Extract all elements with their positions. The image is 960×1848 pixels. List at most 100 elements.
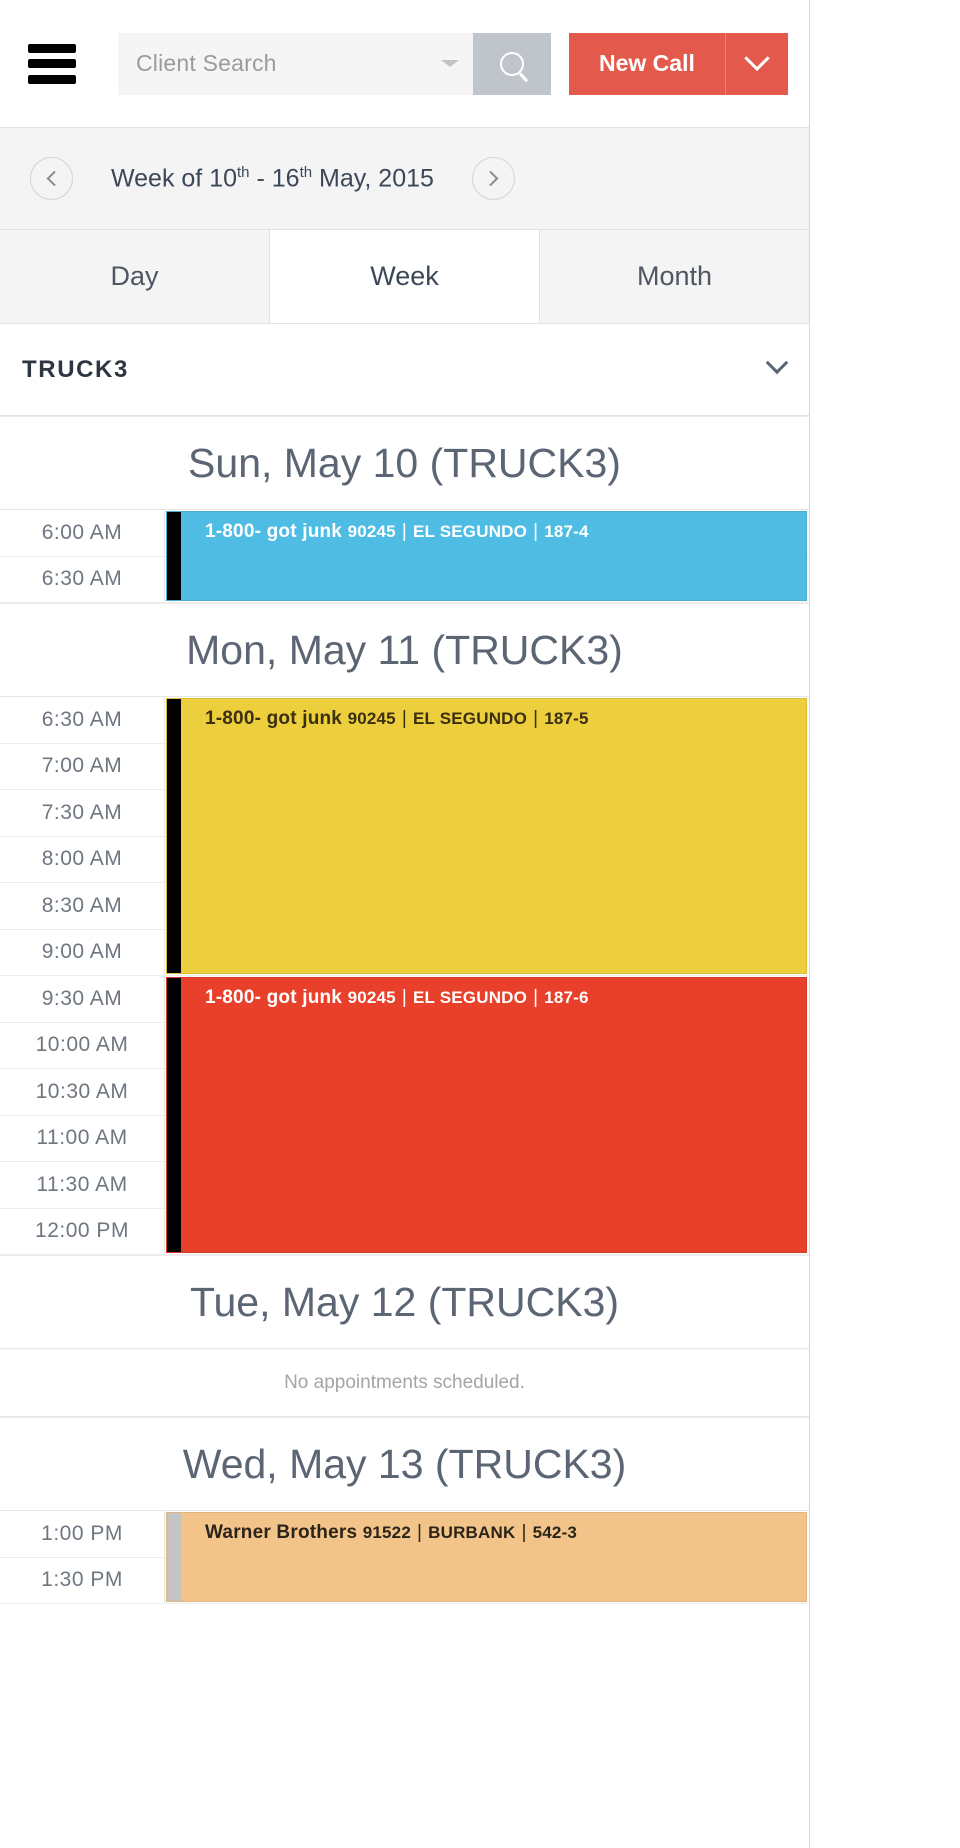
day-header: Mon, May 11 (TRUCK3) xyxy=(0,604,809,697)
time-slot-label: 6:30 AM xyxy=(0,556,165,602)
chevron-down-icon xyxy=(744,45,770,71)
client-search-placeholder: Client Search xyxy=(136,50,277,76)
new-call-dropdown-button[interactable] xyxy=(725,32,788,95)
appointment-client-name: 1-800- got junk xyxy=(205,987,343,1008)
time-slot-label: 6:30 AM xyxy=(0,697,165,743)
time-slot-label: 7:30 AM xyxy=(0,790,165,836)
time-grid: 1:00 PM 1:30 PM Warner Brothers 91522 | BURB… xyxy=(0,1511,809,1604)
appointment-separator: | xyxy=(401,987,407,1008)
time-slot-label: 9:30 AM xyxy=(0,976,165,1022)
chevron-down-icon[interactable] xyxy=(441,60,459,67)
appointment-status-bar xyxy=(167,978,181,1252)
time-slot-label: 11:00 AM xyxy=(0,1115,165,1161)
appointment-label: Warner Brothers 91522 | BURBANK | 542-3 xyxy=(181,1513,806,1601)
appointment-status-bar xyxy=(167,699,181,973)
tab-week[interactable]: Week xyxy=(270,230,540,323)
appointment-block[interactable]: 1-800- got junk 90245 | EL SEGUNDO | 187-5 xyxy=(166,698,807,974)
appointment-separator: | xyxy=(533,987,539,1008)
appointment-separator: | xyxy=(401,708,407,729)
appointment-separator: | xyxy=(533,521,539,542)
appointment-city: EL SEGUNDO xyxy=(412,988,528,1007)
appointment-city: EL SEGUNDO xyxy=(412,522,528,541)
week-range-ordinal-start: th xyxy=(237,163,250,181)
new-call-group: New Call xyxy=(569,32,788,95)
week-range-ordinal-end: th xyxy=(299,163,313,181)
appointment-separator: | xyxy=(416,1522,423,1543)
top-bar: Client Search New Call xyxy=(0,0,809,128)
next-week-button[interactable] xyxy=(471,157,515,200)
time-slot-label: 10:00 AM xyxy=(0,1022,165,1068)
resource-selector[interactable]: TRUCK3 xyxy=(0,324,809,416)
day-section: Wed, May 13 (TRUCK3) 1:00 PM 1:30 PM Warner… xyxy=(0,1417,809,1604)
appointment-zip: 90245 xyxy=(347,988,396,1007)
time-slot-label: 9:00 AM xyxy=(0,929,165,975)
time-slot-label: 1:30 PM xyxy=(0,1557,165,1603)
new-call-button[interactable]: New Call xyxy=(569,32,726,95)
tab-day[interactable]: Day xyxy=(0,230,270,323)
time-grid: 6:00 AM 6:30 AM 1-800- got junk 90245 | EL S… xyxy=(0,510,809,603)
hamburger-bar xyxy=(28,59,76,68)
time-slot-label: 10:30 AM xyxy=(0,1069,165,1115)
appointment-separator: | xyxy=(533,708,539,729)
appointment-zip: 90245 xyxy=(347,709,396,728)
day-header: Sun, May 10 (TRUCK3) xyxy=(0,417,809,510)
appointment-separator: | xyxy=(521,1522,527,1543)
appointment-code: 187-4 xyxy=(544,522,589,541)
appointment-status-bar xyxy=(167,512,181,600)
time-slot-label: 11:30 AM xyxy=(0,1162,165,1208)
time-grid: 6:30 AM 7:00 AM 7:30 AM 8:00 AM 8:30 AM 9:00 … xyxy=(0,697,809,1255)
day-header: Tue, May 12 (TRUCK3) xyxy=(0,1256,809,1349)
appointment-separator: | xyxy=(401,521,407,542)
appointment-city: BURBANK xyxy=(428,1523,516,1542)
appointment-code: 187-5 xyxy=(544,709,589,728)
previous-week-button[interactable] xyxy=(30,157,73,200)
tab-label: Week xyxy=(370,261,439,291)
appointment-label: 1-800- got junk 90245 | EL SEGUNDO | 187-5 xyxy=(181,699,806,973)
week-navigation: Week of 10th - 16th May, 2015 xyxy=(0,128,809,230)
appointment-code: 542-3 xyxy=(532,1523,578,1542)
week-range-prefix: Week of 10 xyxy=(111,164,238,193)
appointment-block[interactable]: Warner Brothers 91522 | BURBANK | 542-3 xyxy=(166,1512,807,1602)
no-appointments-message: No appointments scheduled. xyxy=(0,1349,809,1417)
calendar-app: Client Search New Call Week of 10th - 16… xyxy=(0,0,810,1848)
appointment-label: 1-800- got junk 90245 | EL SEGUNDO | 187-6 xyxy=(181,978,806,1252)
resource-selector-value: TRUCK3 xyxy=(22,355,129,383)
client-search-input[interactable]: Client Search xyxy=(118,32,473,95)
tab-month[interactable]: Month xyxy=(540,230,809,323)
view-tabs: Day Week Month xyxy=(0,230,809,324)
time-slot-label: 1:00 PM xyxy=(0,1511,165,1557)
appointment-block[interactable]: 1-800- got junk 90245 | EL SEGUNDO | 187-6 xyxy=(166,977,807,1253)
day-section: Sun, May 10 (TRUCK3) 6:00 AM 6:30 AM 1-800-… xyxy=(0,416,809,603)
tab-label: Day xyxy=(110,261,159,291)
hamburger-bar xyxy=(28,74,76,84)
time-slot-label: 7:00 AM xyxy=(0,743,165,789)
appointment-status-bar xyxy=(167,1513,181,1601)
appointment-client-name: 1-800- got junk xyxy=(205,708,343,729)
hamburger-bar xyxy=(28,43,76,53)
week-range-suffix: May, 2015 xyxy=(312,164,434,193)
appointment-code: 187-6 xyxy=(544,988,589,1007)
client-search-group: Client Search xyxy=(118,32,551,95)
time-slot-label: 8:00 AM xyxy=(0,836,165,882)
week-range-mid: - 16 xyxy=(249,164,300,193)
search-button[interactable] xyxy=(473,32,551,95)
day-section: Tue, May 12 (TRUCK3) No appointments sche… xyxy=(0,1255,809,1417)
appointment-zip: 91522 xyxy=(362,1523,411,1542)
appointment-zip: 90245 xyxy=(347,522,396,541)
appointment-block[interactable]: 1-800- got junk 90245 | EL SEGUNDO | 187-4 xyxy=(166,511,807,601)
search-icon xyxy=(500,51,524,76)
chevron-down-icon xyxy=(765,351,789,374)
tab-label: Month xyxy=(636,261,713,291)
day-section: Mon, May 11 (TRUCK3) 6:30 AM 7:00 AM 7:30 A… xyxy=(0,603,809,1255)
appointment-client-name: Warner Brothers xyxy=(205,1522,358,1543)
time-slot-label: 12:00 PM xyxy=(0,1208,165,1254)
chevron-right-icon xyxy=(482,170,499,187)
appointment-city: EL SEGUNDO xyxy=(412,709,528,728)
appointment-label: 1-800- got junk 90245 | EL SEGUNDO | 187-4 xyxy=(181,512,806,600)
appointment-client-name: 1-800- got junk xyxy=(205,521,343,542)
chevron-left-icon xyxy=(46,170,63,187)
week-range-label: Week of 10th - 16th May, 2015 xyxy=(111,164,434,193)
schedule-list: Sun, May 10 (TRUCK3) 6:00 AM 6:30 AM 1-800-… xyxy=(0,416,809,1604)
day-header: Wed, May 13 (TRUCK3) xyxy=(0,1418,809,1511)
hamburger-menu-icon[interactable] xyxy=(28,43,76,84)
